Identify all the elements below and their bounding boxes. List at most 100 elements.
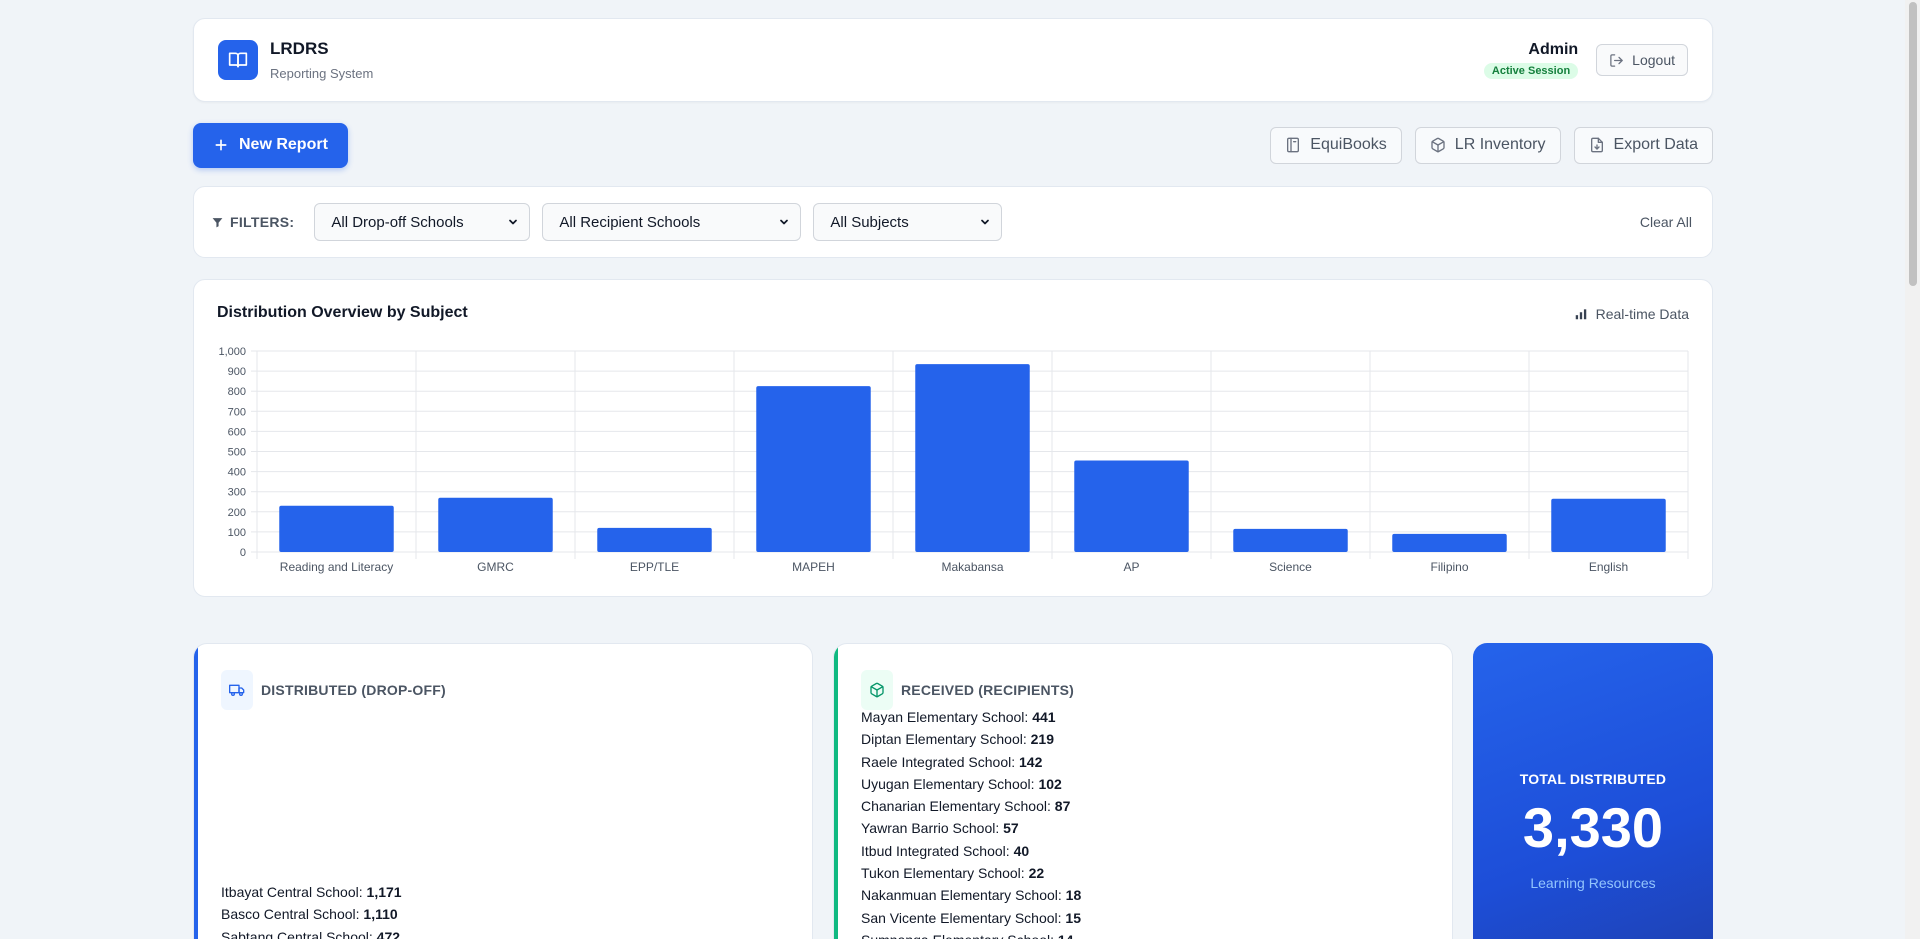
y-tick-label: 200	[228, 507, 246, 519]
school-count: 87	[1054, 798, 1071, 815]
y-tick-label: 700	[228, 406, 246, 418]
list-item: Diptan Elementary School: 219	[861, 728, 1081, 750]
total-distributed-card: TOTAL DISTRIBUTED 3,330 Learning Resourc…	[1473, 643, 1713, 939]
list-item: Sabtang Central School: 472	[221, 926, 408, 939]
list-item: Uyugan Elementary School: 102	[861, 773, 1081, 795]
school-name: Itbayat Central School:	[221, 884, 367, 900]
school-name: Sumnanga Elementary School:	[861, 932, 1058, 939]
filters-bar: FILTERS: All Drop-off Schools All Recipi…	[193, 186, 1713, 258]
school-name: Nakanmuan Elementary School:	[861, 887, 1066, 904]
x-tick-label: Filipino	[1430, 560, 1468, 574]
dropoff-school-select[interactable]: All Drop-off Schools	[314, 203, 531, 241]
list-item: Nakanmuan Elementary School: 18	[861, 884, 1081, 906]
lr-inventory-button[interactable]: LR Inventory	[1414, 126, 1561, 164]
bar-english	[1551, 498, 1666, 552]
school-count: 1,171	[366, 884, 402, 900]
school-name: Raele Integrated School:	[861, 753, 1019, 770]
school-name: Diptan Elementary School:	[861, 731, 1031, 748]
school-count: 1,110	[363, 906, 398, 923]
y-tick-label: 600	[228, 426, 246, 438]
dashboard-page: LRDRS Reporting System Admin Active Sess…	[193, 18, 1713, 939]
list-item: San Vicente Elementary School: 15	[861, 907, 1081, 929]
y-tick-label: 400	[228, 467, 246, 479]
clear-all-button[interactable]: Clear All	[1640, 214, 1692, 230]
truck-icon	[221, 670, 253, 710]
brand: LRDRS Reporting System	[218, 39, 373, 81]
logout-icon	[1610, 53, 1623, 67]
school-count: 142	[1019, 753, 1043, 770]
new-report-button[interactable]: New Report	[193, 122, 348, 168]
school-count: 14	[1058, 932, 1074, 939]
card-accent	[834, 644, 838, 939]
chevron-down-icon	[780, 219, 789, 225]
bar-science	[1233, 528, 1348, 552]
total-label: TOTAL DISTRIBUTED	[1519, 771, 1667, 787]
y-tick-label: 300	[228, 487, 246, 499]
x-tick-label: English	[1589, 560, 1628, 574]
user-block: Admin Active Session Logout	[1483, 41, 1688, 79]
received-title: RECEIVED (RECIPIENTS)	[901, 682, 1074, 698]
action-bar: New Report EquiBooks LR Inventory Export…	[193, 122, 1713, 168]
equibooks-label: EquiBooks	[1310, 136, 1387, 153]
y-tick-label: 500	[228, 447, 246, 459]
list-item: Itbud Integrated School: 40	[861, 840, 1081, 862]
x-tick-label: Reading and Literacy	[280, 560, 393, 574]
list-item: Chanarian Elementary School: 87	[861, 795, 1081, 817]
distributed-card: DISTRIBUTED (DROP-OFF) Itbayat Central S…	[193, 643, 813, 939]
x-tick-label: Makabansa	[941, 560, 1003, 574]
logout-button[interactable]: Logout	[1596, 44, 1688, 76]
list-item: Basco Central School: 1,110	[221, 903, 408, 925]
total-value: 3,330	[1522, 796, 1664, 859]
bar-epp-tle	[597, 527, 712, 552]
list-item: Yawran Barrio School: 57	[861, 817, 1081, 839]
app-name: LRDRS	[270, 39, 329, 58]
received-list: Mayan Elementary School: 441 Diptan Eleme…	[861, 706, 1081, 939]
school-count: 18	[1065, 887, 1082, 904]
subject-select[interactable]: All Subjects	[813, 203, 1003, 241]
y-tick-label: 0	[240, 547, 246, 559]
school-count: 57	[1003, 820, 1019, 837]
export-data-label: Export Data	[1613, 136, 1698, 153]
user-name: Admin	[1528, 41, 1579, 58]
school-name: Sabtang Central School:	[221, 928, 377, 939]
chevron-down-icon	[509, 219, 518, 225]
scrollbar-thumb[interactable]	[1909, 2, 1917, 286]
new-report-label: New Report	[239, 136, 328, 153]
equibooks-button[interactable]: EquiBooks	[1270, 126, 1402, 164]
school-name: Uyugan Elementary School:	[861, 775, 1039, 792]
export-data-button[interactable]: Export Data	[1573, 126, 1713, 164]
school-count: 40	[1013, 842, 1030, 859]
x-tick-label: MAPEH	[792, 560, 835, 574]
lr-inventory-label: LR Inventory	[1454, 136, 1546, 153]
list-item: Itbayat Central School: 1,171	[221, 881, 408, 903]
recipient-school-select[interactable]: All Recipient Schools	[542, 203, 802, 241]
subject-value: All Subjects	[830, 213, 909, 231]
distributed-list: Itbayat Central School: 1,171 Basco Centr…	[221, 881, 408, 939]
x-tick-label: GMRC	[477, 560, 514, 574]
recipient-school-value: All Recipient Schools	[559, 213, 701, 231]
school-count: 472	[376, 928, 401, 939]
app-header: LRDRS Reporting System Admin Active Sess…	[193, 18, 1713, 102]
chevron-down-icon	[981, 219, 990, 225]
x-tick-label: EPP/TLE	[630, 560, 679, 574]
school-count: 441	[1032, 709, 1056, 725]
y-tick-label: 100	[228, 527, 246, 539]
file-download-icon	[1590, 137, 1603, 153]
bar-reading-and-literacy	[279, 505, 394, 552]
bar-filipino	[1392, 533, 1507, 552]
bar-gmrc	[438, 497, 553, 552]
school-name: Tukon Elementary School:	[861, 865, 1029, 882]
received-card: RECEIVED (RECIPIENTS) Mayan Elementary S…	[833, 643, 1453, 939]
list-item: Tukon Elementary School: 22	[861, 862, 1081, 884]
bar-makabansa	[915, 364, 1030, 552]
filter-icon	[212, 217, 223, 227]
total-sublabel: Learning Resources	[1530, 875, 1656, 891]
page-scrollbar[interactable]	[1905, 0, 1920, 939]
school-name: Yawran Barrio School:	[861, 820, 1004, 837]
book-icon	[218, 40, 258, 80]
logout-label: Logout	[1632, 52, 1675, 68]
bar-ap	[1074, 460, 1189, 552]
y-tick-label: 1,000	[218, 346, 246, 358]
app-subtitle: Reporting System	[270, 66, 374, 81]
y-tick-label: 800	[228, 386, 246, 398]
